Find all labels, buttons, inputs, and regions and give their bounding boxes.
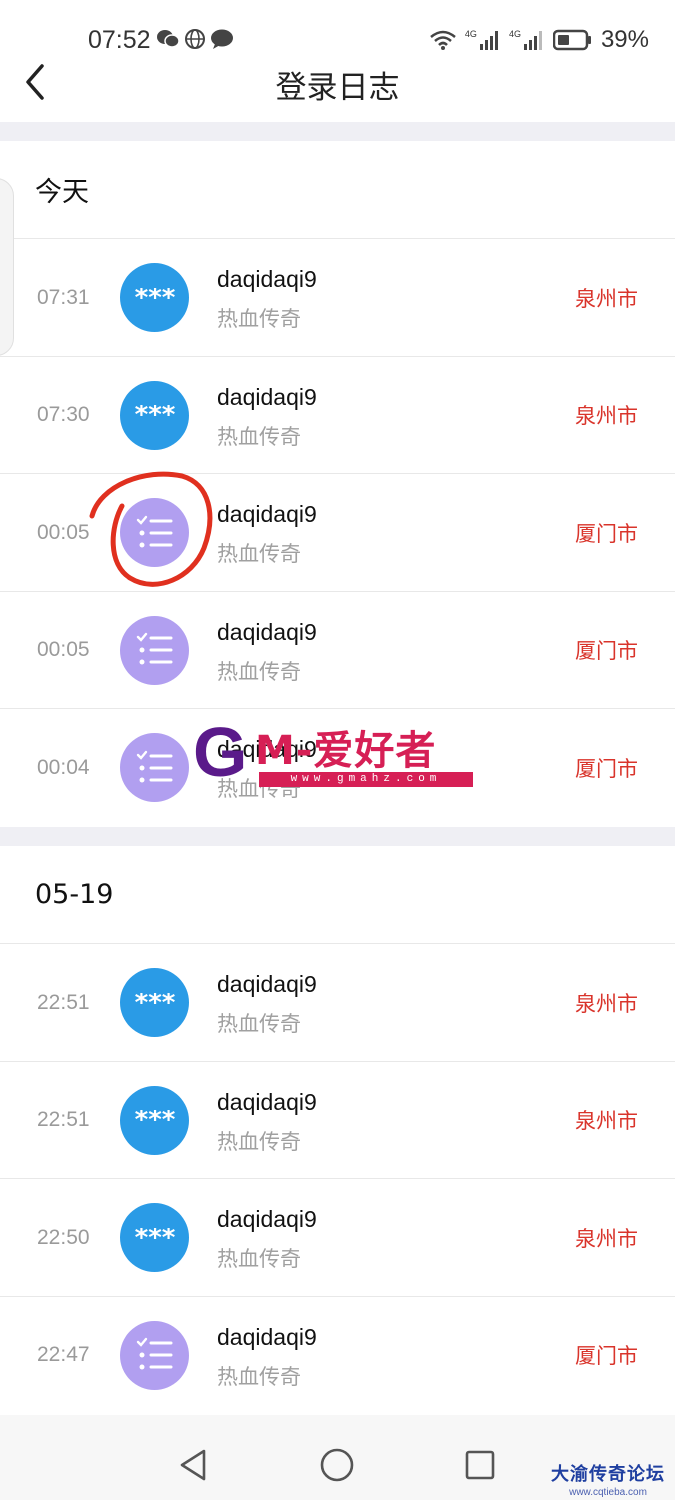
nav-home-icon[interactable] [317, 1445, 357, 1485]
section-date: 今天 [0, 141, 675, 239]
entry-list: 22:51 *** daqidaqi9 热血传奇 泉州市 22:51 *** d… [0, 944, 675, 1414]
gm-watermark-logo: G M-爱好者 www.gmahz.com [193, 712, 483, 792]
entry-time: 22:50 [37, 1225, 90, 1249]
svg-text:***: *** [134, 288, 175, 308]
log-entry[interactable]: 00:05 daqidaqi9 热血传奇 厦门市 [0, 474, 675, 592]
watermark-letter: G [193, 713, 248, 791]
battery-percent: 39% [600, 26, 649, 53]
network-label-1: 4G [464, 29, 477, 39]
entry-username: daqidaqi9 [217, 1088, 317, 1115]
password-icon: *** [120, 263, 189, 332]
entry-username: daqidaqi9 [217, 618, 317, 645]
entry-game: 热血传奇 [217, 1129, 301, 1154]
entry-game: 热血传奇 [217, 424, 301, 449]
page-title: 登录日志 [275, 70, 400, 106]
wifi-icon [430, 30, 456, 50]
signal-icon-1 [479, 31, 498, 50]
password-icon: *** [120, 968, 189, 1037]
svg-text:***: *** [134, 1110, 175, 1130]
floating-side-handle[interactable] [0, 178, 14, 356]
entry-city: 厦门市 [575, 1344, 638, 1368]
entry-game: 热血传奇 [217, 659, 301, 684]
entry-username: daqidaqi9 [217, 501, 317, 527]
notification-icons [156, 28, 234, 50]
section-divider [0, 122, 675, 141]
entry-city: 泉州市 [575, 286, 638, 311]
entry-city: 厦门市 [575, 521, 638, 546]
entry-game: 热血传奇 [217, 1364, 301, 1389]
forum-watermark-name: 大渝传奇论坛 [551, 1464, 665, 1485]
entry-city: 厦门市 [575, 639, 638, 663]
entry-time: 22:47 [37, 1343, 90, 1366]
log-entry[interactable]: 00:05 daqidaqi9 热血传奇 厦门市 [0, 591, 675, 709]
app-header: 登录日志 [0, 56, 675, 122]
wechat-icon [157, 30, 180, 48]
globe-icon [185, 29, 205, 49]
entry-game: 热血传奇 [217, 1247, 301, 1271]
log-entry[interactable]: 07:30 *** daqidaqi9 热血传奇 泉州市 [0, 356, 675, 474]
system-icons: 4G 4G 39% [429, 26, 649, 54]
log-entry[interactable]: 22:50 *** daqidaqi9 热血传奇 泉州市 [0, 1179, 675, 1297]
entry-time: 00:05 [37, 638, 90, 661]
entry-time: 22:51 [37, 1108, 90, 1131]
entry-time: 00:05 [37, 520, 90, 544]
status-time: 07:52 [88, 26, 151, 54]
checklist-icon [120, 733, 189, 802]
svg-text:***: *** [134, 405, 175, 425]
entry-game: 热血传奇 [217, 542, 301, 566]
svg-text:***: *** [134, 993, 175, 1013]
nav-back-icon[interactable] [174, 1445, 214, 1485]
entry-city: 泉州市 [575, 1226, 638, 1251]
log-entry[interactable]: 22:51 *** daqidaqi9 热血传奇 泉州市 [0, 944, 675, 1062]
checklist-icon [120, 615, 189, 685]
watermark-url: www.gmahz.com [259, 772, 473, 787]
watermark-text: M-爱好者 [255, 728, 437, 774]
network-label-2: 4G [508, 29, 521, 39]
entry-time: 22:51 [37, 990, 90, 1014]
entry-game: 热血传奇 [217, 307, 301, 331]
entry-city: 泉州市 [575, 404, 638, 428]
entry-username: daqidaqi9 [217, 266, 317, 292]
forum-watermark: 大渝传奇论坛 www.cqtieba.com [551, 1460, 665, 1498]
message-icon [211, 29, 233, 49]
entry-time: 07:31 [37, 285, 90, 309]
svg-text:***: *** [134, 1228, 175, 1248]
password-icon: *** [120, 1203, 189, 1272]
checklist-icon [120, 498, 189, 567]
log-entry[interactable]: 22:47 daqidaqi9 热血传奇 厦门市 [0, 1296, 675, 1414]
entry-username: daqidaqi9 [217, 1323, 317, 1350]
nav-recents-icon[interactable] [460, 1445, 500, 1485]
log-section-0519: 05-19 22:51 *** daqidaqi9 热血传奇 泉州市 22:51… [0, 846, 675, 1414]
battery-icon [552, 29, 591, 51]
log-entry[interactable]: 07:31 *** daqidaqi9 热血传奇 泉州市 [0, 239, 675, 357]
entry-time: 00:04 [37, 755, 90, 779]
log-entry[interactable]: 22:51 *** daqidaqi9 热血传奇 泉州市 [0, 1061, 675, 1179]
entry-username: daqidaqi9 [217, 1206, 317, 1232]
password-icon: *** [120, 1085, 189, 1155]
entry-city: 泉州市 [575, 991, 638, 1016]
section-divider [0, 827, 675, 846]
section-date: 05-19 [0, 846, 675, 944]
entry-time: 07:30 [37, 403, 90, 426]
password-icon: *** [120, 380, 189, 450]
entry-username: daqidaqi9 [217, 971, 317, 997]
entry-game: 热血传奇 [217, 1012, 301, 1036]
forum-watermark-url: www.cqtieba.com [569, 1487, 647, 1498]
checklist-icon [120, 1320, 189, 1390]
signal-icon-2 [523, 31, 542, 50]
entry-username: daqidaqi9 [217, 383, 317, 410]
entry-city: 厦门市 [575, 756, 638, 781]
entry-city: 泉州市 [575, 1109, 638, 1133]
